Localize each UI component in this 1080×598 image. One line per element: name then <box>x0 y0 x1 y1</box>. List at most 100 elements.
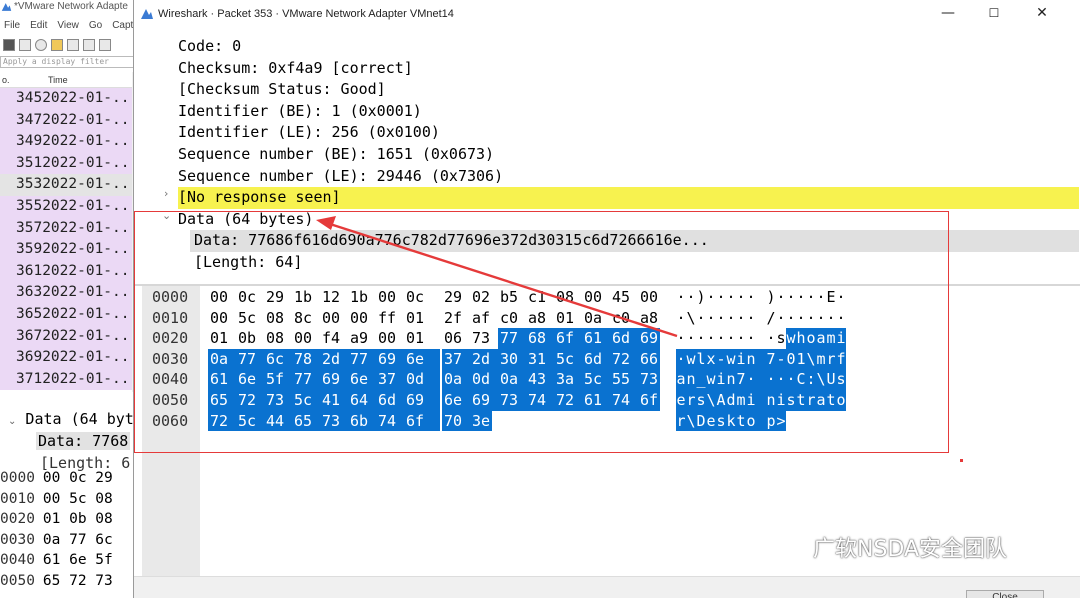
save-file-icon[interactable] <box>67 39 79 51</box>
hex-byte[interactable]: 5c <box>582 369 618 390</box>
ascii-char[interactable]: · <box>686 328 696 349</box>
hex-byte[interactable]: f4 <box>320 328 342 349</box>
ascii-char[interactable]: · <box>766 369 776 390</box>
ascii-char[interactable]: n <box>686 369 696 390</box>
ascii-char[interactable]: > <box>776 410 786 432</box>
hex-byte[interactable]: 6f <box>554 328 590 349</box>
tree-item-no-response[interactable]: › [No response seen] <box>164 187 1079 209</box>
ascii-char[interactable]: r <box>686 390 696 411</box>
ascii-char[interactable]: · <box>796 308 806 329</box>
hex-byte[interactable]: 6f <box>638 390 660 411</box>
ascii-char[interactable]: · <box>726 308 736 329</box>
ascii-char[interactable]: \ <box>816 369 826 390</box>
ascii-char[interactable]: · <box>706 328 716 349</box>
ascii-char[interactable]: · <box>746 369 756 390</box>
ascii-char[interactable]: i <box>836 328 846 349</box>
hex-byte[interactable]: 6e <box>404 348 426 370</box>
bg-data-tree-item[interactable]: ⌄ Data (64 byt <box>8 410 134 428</box>
tree-item-data-field[interactable]: Data: 77686f616d690a776c782d77696e372d30… <box>190 230 1079 252</box>
ascii-char[interactable]: · <box>776 369 786 390</box>
packet-row[interactable]: 3612022-01-... <box>0 260 132 283</box>
ascii-char[interactable]: D <box>696 410 706 432</box>
ascii-char[interactable]: · <box>716 308 726 329</box>
hex-byte[interactable]: 01 <box>208 328 230 349</box>
menu-view[interactable]: View <box>57 20 79 31</box>
hex-byte[interactable]: 6e <box>442 390 478 411</box>
hex-byte[interactable]: 02 <box>470 287 492 308</box>
ascii-char[interactable]: · <box>676 328 686 349</box>
ascii-char[interactable]: · <box>806 308 816 329</box>
hex-byte[interactable]: 68 <box>526 328 562 349</box>
hex-byte[interactable]: 55 <box>610 369 646 390</box>
hex-byte[interactable]: 0a <box>442 369 478 390</box>
ascii-char[interactable]: / <box>766 308 776 329</box>
ascii-char[interactable]: s <box>776 328 786 349</box>
ascii-char[interactable]: \ <box>706 390 716 411</box>
packet-row[interactable]: 3472022-01-... <box>0 109 132 132</box>
ascii-char[interactable]: i <box>776 390 786 411</box>
packet-row[interactable]: 3452022-01-... <box>0 88 132 110</box>
ascii-char[interactable]: · <box>676 348 686 370</box>
hex-byte[interactable]: 61 <box>208 369 244 390</box>
capture-options-icon[interactable] <box>35 39 47 51</box>
hex-byte[interactable]: 5c <box>236 410 272 432</box>
ascii-char[interactable]: · <box>836 287 846 308</box>
hex-byte[interactable]: 00 <box>376 328 398 349</box>
ascii-char[interactable]: · <box>686 287 696 308</box>
ascii-char[interactable]: E <box>826 287 836 308</box>
ascii-char[interactable]: · <box>736 287 746 308</box>
hex-byte[interactable]: 6c <box>264 348 300 370</box>
hex-byte[interactable]: 69 <box>404 390 426 411</box>
reload-file-icon[interactable] <box>99 39 111 51</box>
packet-row[interactable]: 3512022-01-... <box>0 152 132 175</box>
hex-byte[interactable]: a8 <box>526 308 548 329</box>
ascii-char[interactable]: a <box>816 390 826 411</box>
hex-byte[interactable]: 73 <box>320 410 356 432</box>
hex-byte[interactable]: 6e <box>236 369 272 390</box>
hex-byte[interactable]: 29 <box>264 287 286 308</box>
hex-byte[interactable]: 12 <box>320 287 342 308</box>
packet-row[interactable]: 3552022-01-... <box>0 195 132 218</box>
ascii-char[interactable]: m <box>816 348 826 370</box>
ascii-char[interactable]: · <box>736 328 746 349</box>
hex-byte[interactable]: af <box>470 308 492 329</box>
ascii-char[interactable]: U <box>826 369 836 390</box>
hex-byte[interactable]: 6d <box>610 328 646 349</box>
hex-byte[interactable]: 44 <box>264 410 300 432</box>
ascii-char[interactable]: x <box>706 348 716 370</box>
hex-byte[interactable]: 08 <box>264 308 286 329</box>
ascii-char[interactable]: : <box>806 369 816 390</box>
ascii-char[interactable]: 7 <box>736 369 746 390</box>
hex-byte[interactable]: 45 <box>610 287 632 308</box>
hex-byte[interactable]: 3a <box>554 369 590 390</box>
restart-capture-icon[interactable] <box>19 39 31 51</box>
ascii-char[interactable]: s <box>786 390 796 411</box>
ascii-char[interactable]: · <box>706 308 716 329</box>
hex-byte[interactable]: 64 <box>348 390 384 411</box>
hex-byte[interactable]: 3e <box>470 410 492 432</box>
menu-edit[interactable]: Edit <box>30 20 47 31</box>
ascii-char[interactable]: - <box>776 348 786 370</box>
hex-byte[interactable]: b5 <box>498 287 520 308</box>
ascii-char[interactable]: · <box>716 287 726 308</box>
ascii-char[interactable]: · <box>706 287 716 308</box>
hex-byte[interactable]: 78 <box>292 348 328 370</box>
menu-go[interactable]: Go <box>89 20 102 31</box>
ascii-char[interactable]: · <box>746 328 756 349</box>
packet-row[interactable]: 3692022-01-... <box>0 347 132 369</box>
ascii-char[interactable]: r <box>826 348 836 370</box>
hex-byte[interactable]: 00 <box>638 287 660 308</box>
ascii-char[interactable]: - <box>716 348 726 370</box>
hex-byte[interactable]: 2d <box>470 348 506 370</box>
ascii-char[interactable]: p <box>766 410 776 432</box>
ascii-char[interactable]: · <box>806 287 816 308</box>
ascii-char[interactable]: · <box>746 308 756 329</box>
stop-capture-icon[interactable] <box>3 39 15 51</box>
ascii-char[interactable]: w <box>706 369 716 390</box>
packet-row[interactable]: 3632022-01-... <box>0 282 132 304</box>
hex-byte[interactable]: 65 <box>292 410 328 432</box>
ascii-char[interactable]: · <box>816 287 826 308</box>
hex-byte[interactable]: 66 <box>638 348 660 370</box>
packet-row[interactable]: 3652022-01-... <box>0 303 132 326</box>
ascii-char[interactable]: _ <box>696 369 706 390</box>
